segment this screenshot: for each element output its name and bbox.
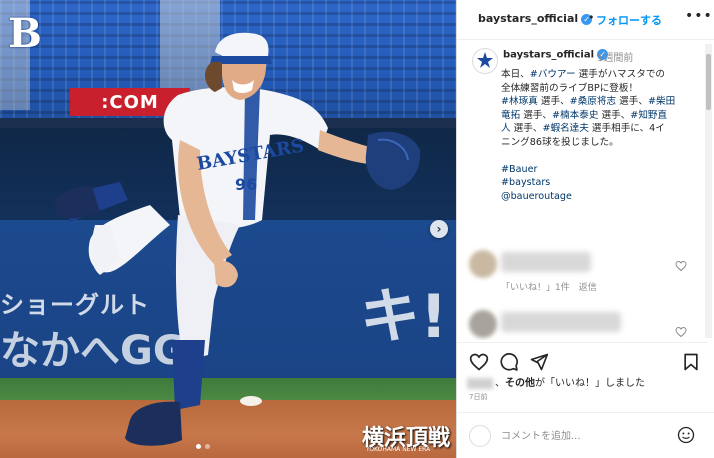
caption-text-run: 選手、	[537, 96, 570, 107]
caption-line: @baueroutage	[501, 190, 701, 204]
hashtag-link[interactable]: 竜拓	[501, 110, 520, 121]
comment-bubble-icon[interactable]	[499, 352, 519, 372]
post-time-ago: 7日前	[469, 393, 488, 401]
header-username[interactable]: baystars_official ✓	[478, 12, 593, 25]
hashtag-link[interactable]: #Bauer	[501, 164, 537, 175]
caption-avatar[interactable]	[472, 48, 498, 74]
hashtag-link[interactable]: #柴田	[648, 96, 675, 107]
caption-text-run: 選手、	[598, 109, 631, 121]
caption-text: 本日、#バウアー 選手がハマスタでの 全体練習前のライブBPに登板！ #林琢真 選手…	[501, 68, 701, 203]
carousel-dot	[205, 444, 210, 449]
comments-scrollbar[interactable]	[705, 44, 712, 338]
caption-text-run: ニング86球を投じました。	[501, 136, 619, 148]
caption-line: 全体練習前のライブBPに登板！	[501, 82, 701, 96]
caption-text-run: 選手、	[520, 109, 553, 121]
current-user-avatar	[469, 425, 491, 447]
comment-item	[465, 306, 705, 340]
comments-scroll-area[interactable]: baystars_official ✓ 1週間前 本日、#バウアー 選手がハマスタ…	[457, 40, 707, 340]
caption-username-text[interactable]: baystars_official	[503, 50, 594, 61]
caption-text-run: 本日、	[501, 69, 530, 80]
hashtag-link[interactable]: 人	[501, 123, 511, 134]
hashtag-link[interactable]: #baystars	[501, 177, 550, 188]
like-heart-icon[interactable]	[469, 352, 489, 372]
event-watermark-sub: YOKOHAMA NEW ERA	[366, 446, 431, 453]
caption-text-run: 選手、	[616, 96, 648, 107]
carousel-dot	[196, 444, 201, 449]
hashtag-link[interactable]: #バウアー	[530, 69, 576, 80]
chevron-right-icon: ›	[436, 222, 442, 236]
like-comment-heart-icon[interactable]	[675, 260, 687, 272]
caption-username[interactable]: baystars_official ✓	[503, 49, 609, 61]
header-separator: •	[588, 11, 595, 24]
follow-button[interactable]: フォローする	[596, 12, 662, 28]
caption-line: ニング86球を投じました。	[501, 136, 701, 150]
liker-name-blurred	[467, 377, 493, 389]
post-sidebar: baystars_official ✓ • フォローする ••• baystars…	[456, 0, 714, 458]
header-username-text[interactable]: baystars_official	[478, 12, 578, 25]
team-logo-icon: B	[8, 10, 42, 57]
post-photo[interactable]: :COM ショーグルト なかへGG! キ! BAYSTARS 96 B 横浜頂戦…	[0, 0, 456, 458]
hashtag-link[interactable]: #知野直	[630, 110, 667, 121]
hashtag-link[interactable]: @baueroutage	[501, 191, 572, 202]
comment-item: 「いいね！」1件 返信	[465, 246, 705, 293]
bookmark-icon[interactable]	[681, 352, 701, 372]
caption-line: #baystars	[501, 176, 701, 190]
caption-timestamp: 1週間前	[597, 53, 634, 64]
post-header: baystars_official ✓ • フォローする •••	[457, 0, 714, 40]
jersey-number: 96	[235, 175, 257, 194]
caption-line: #Bauer	[501, 163, 701, 177]
carousel-next-button[interactable]: ›	[430, 220, 448, 238]
hashtag-link[interactable]: #林琢真	[501, 96, 538, 107]
caption-line: #林琢真 選手、#桑原将志 選手、#柴田	[501, 95, 701, 109]
caption-line	[501, 149, 701, 163]
likes-others[interactable]: その他	[505, 378, 535, 389]
add-comment-bar	[457, 412, 714, 458]
caption-text-run: 全体練習前のライブBPに登板！	[501, 82, 639, 94]
scrollbar-thumb[interactable]	[706, 54, 711, 110]
comment-avatar[interactable]	[469, 250, 497, 278]
emoji-icon[interactable]	[677, 426, 695, 444]
caption-text-run: 選手相手に、4イ	[588, 123, 665, 134]
like-comment-heart-icon[interactable]	[675, 326, 687, 338]
caption-line: 人 選手、#蝦名達夫 選手相手に、4イ	[501, 122, 701, 136]
share-send-icon[interactable]	[529, 352, 549, 372]
comment-avatar[interactable]	[469, 310, 497, 338]
hashtag-link[interactable]: #楠本泰史	[552, 110, 598, 121]
likes-summary[interactable]: 、その他が「いいね！」しました	[467, 374, 645, 389]
pitcher-figure: BAYSTARS 96	[55, 32, 421, 446]
caption-text-run: 選手がハマスタでの	[575, 69, 666, 80]
hashtag-link[interactable]: #桑原将志	[570, 96, 616, 107]
more-options-icon[interactable]: •••	[685, 8, 713, 24]
carousel-dots	[196, 444, 210, 449]
baystars-star-icon	[474, 50, 496, 72]
caption-line: 本日、#バウアー 選手がハマスタでの	[501, 68, 701, 82]
comment-text-blurred	[501, 252, 591, 272]
comment-input[interactable]	[501, 425, 661, 447]
caption-line: 竜拓 選手、#楠本泰史 選手、#知野直	[501, 109, 701, 123]
comment-meta[interactable]: 「いいね！」1件 返信	[501, 280, 597, 293]
rosin-bag	[240, 396, 262, 406]
caption-text-run: 選手、	[510, 123, 543, 134]
hashtag-link[interactable]: #蝦名達夫	[542, 123, 588, 134]
comment-text-blurred	[501, 312, 621, 332]
likes-suffix: が「いいね！」しました	[535, 378, 645, 389]
